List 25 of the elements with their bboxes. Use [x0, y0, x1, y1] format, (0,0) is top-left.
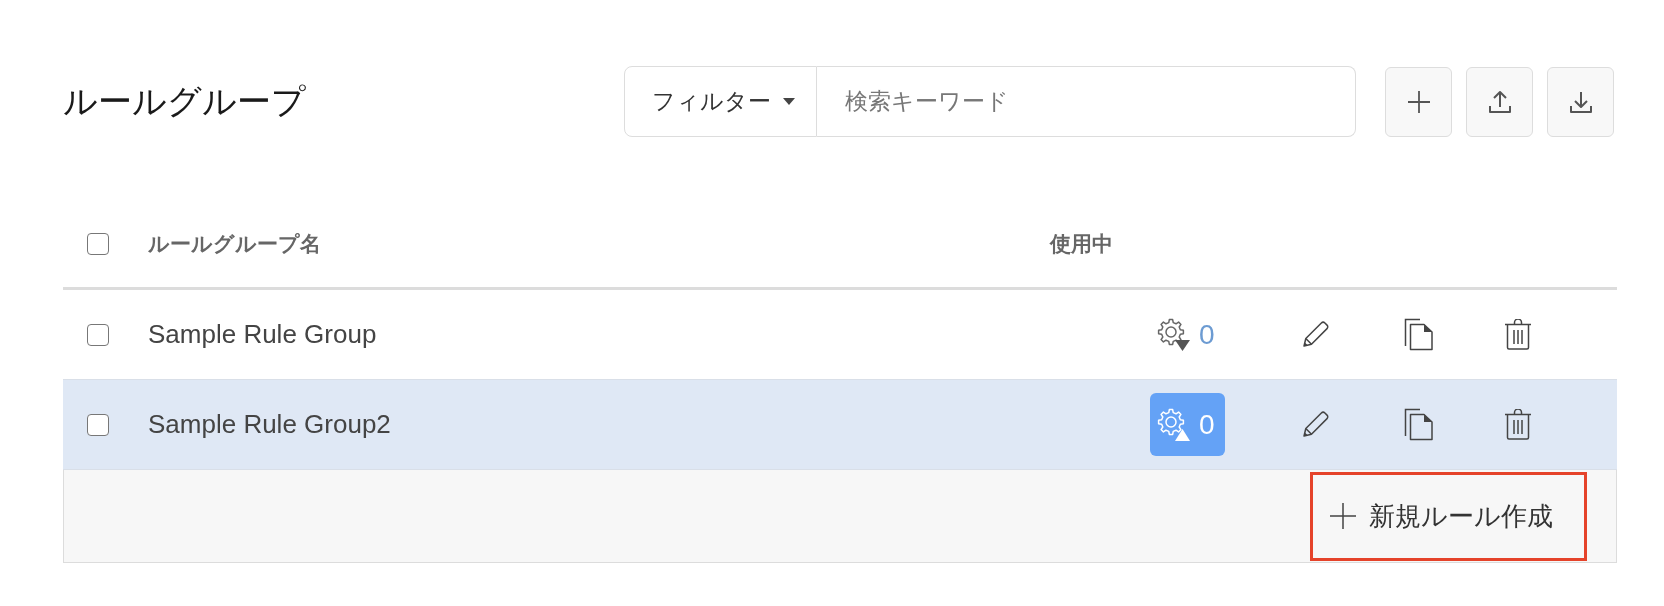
- column-header: 使用中: [1050, 230, 1113, 257]
- row-checkbox[interactable]: [87, 413, 109, 436]
- rule-group-name: Sample Rule Group2: [148, 409, 391, 440]
- table-row[interactable]: Sample Rule Group2 0: [63, 380, 1617, 470]
- copy-icon[interactable]: [1404, 408, 1434, 441]
- select-all-checkbox[interactable]: [87, 232, 109, 255]
- gear-icon: [1157, 317, 1191, 352]
- trash-icon[interactable]: [1504, 409, 1532, 440]
- caret-icon: [783, 98, 795, 105]
- filter-dropdown[interactable]: フィルター: [624, 66, 817, 137]
- gear-icon: [1157, 407, 1191, 442]
- row-checkbox[interactable]: [87, 323, 109, 346]
- column-header: ルールグループ名: [148, 230, 321, 257]
- plus-icon: [1330, 503, 1356, 529]
- page-title: ルールグループ: [63, 81, 306, 122]
- download-button[interactable]: [1547, 66, 1614, 137]
- trash-icon[interactable]: [1504, 319, 1532, 350]
- rule-group-name: Sample Rule Group: [148, 319, 377, 350]
- upload-icon: [1487, 89, 1512, 114]
- search-field[interactable]: 検索キーワード: [817, 66, 1356, 137]
- create-rule-button[interactable]: 新規ルール作成: [1310, 471, 1587, 561]
- plus-icon: [1406, 89, 1431, 114]
- download-icon: [1568, 89, 1593, 114]
- copy-icon[interactable]: [1404, 318, 1434, 351]
- upload-button[interactable]: [1466, 66, 1533, 137]
